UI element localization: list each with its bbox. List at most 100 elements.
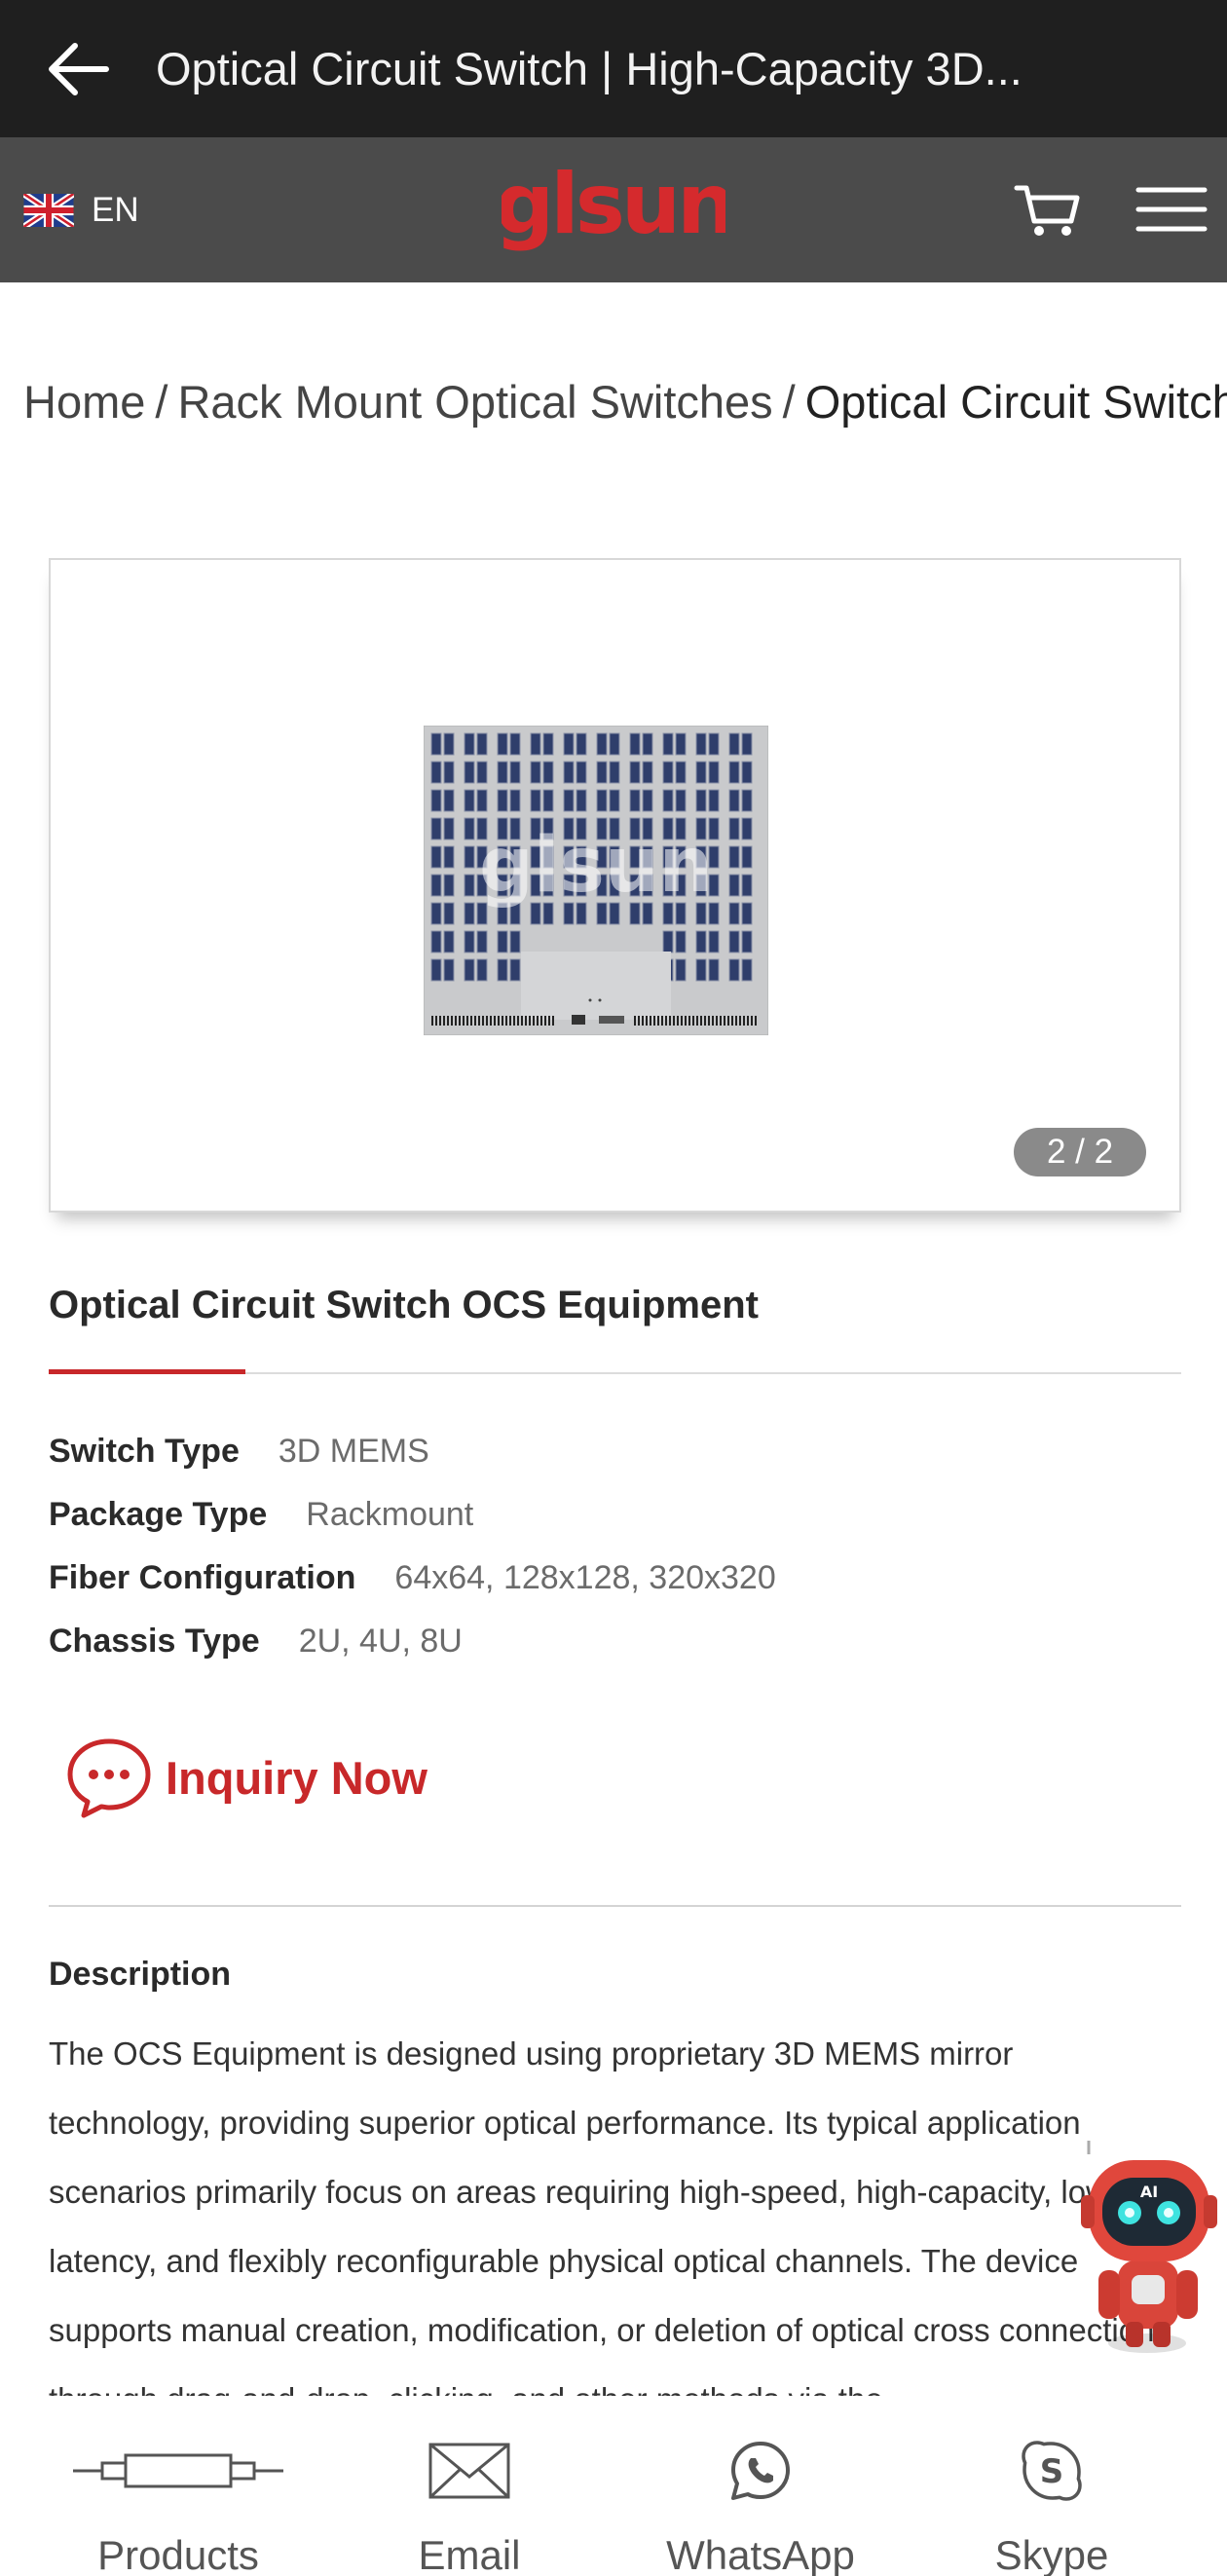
fiber-port — [629, 732, 641, 756]
breadcrumb-category-link[interactable]: Rack Mount Optical Switches — [177, 376, 772, 428]
fiber-port — [430, 930, 442, 953]
fiber-port — [443, 817, 455, 840]
connector-pin — [646, 1016, 648, 1026]
fiber-port — [509, 732, 521, 756]
fiber-port — [695, 930, 707, 953]
glsun-logo[interactable]: glsun — [502, 165, 725, 262]
connector-pin — [712, 1016, 714, 1026]
fiber-port — [464, 761, 475, 784]
connector-pin — [474, 1016, 476, 1026]
connector-pin — [463, 1016, 465, 1026]
connector-pin — [665, 1016, 667, 1026]
fiber-port — [563, 789, 575, 812]
chat-bubble-icon — [67, 1738, 151, 1818]
ai-assistant-robot[interactable]: AI — [1069, 2139, 1227, 2363]
inquiry-label: Inquiry Now — [166, 1751, 428, 1804]
fiber-port — [609, 789, 620, 812]
product-image-gallery[interactable]: glsun 2 / 2 — [49, 558, 1181, 1213]
connector-pin — [502, 1016, 503, 1026]
connector-pin — [490, 1016, 492, 1026]
fiber-port — [741, 817, 753, 840]
fiber-port — [728, 930, 740, 953]
svg-text:S: S — [1040, 2452, 1064, 2491]
whatsapp-icon — [731, 2442, 790, 2500]
back-button[interactable] — [0, 0, 156, 137]
fiber-port — [443, 845, 455, 869]
fiber-port — [728, 958, 740, 982]
nav-whatsapp[interactable]: WhatsApp — [614, 2396, 907, 2576]
nav-email[interactable]: Email — [323, 2396, 615, 2576]
connector-pin — [544, 1016, 546, 1026]
product-title: Optical Circuit Switch OCS Equipment — [49, 1284, 759, 1326]
description-text: The OCS Equipment is designed using prop… — [49, 2035, 1171, 2399]
fiber-port — [741, 874, 753, 897]
fiber-port — [695, 761, 707, 784]
connector-pin — [435, 1016, 437, 1026]
fiber-port — [430, 874, 442, 897]
fiber-port — [443, 902, 455, 925]
fiber-port — [430, 789, 442, 812]
connector-pin — [517, 1016, 519, 1026]
fiber-port — [728, 761, 740, 784]
nav-skype[interactable]: S Skype — [906, 2396, 1198, 2576]
ai-badge: AI — [1140, 2183, 1158, 2201]
fiber-port — [695, 958, 707, 982]
nav-products[interactable]: Products — [32, 2396, 324, 2576]
fiber-port — [476, 930, 488, 953]
connector-pin — [692, 1016, 694, 1026]
fiber-port — [497, 958, 508, 982]
fiber-port — [741, 930, 753, 953]
connector-pin — [653, 1016, 655, 1026]
connector-pin — [650, 1016, 651, 1026]
language-selector[interactable]: EN — [23, 137, 139, 282]
connector-pin — [731, 1016, 733, 1026]
fiber-connector-icon — [73, 2453, 283, 2488]
serial-port — [599, 1016, 624, 1024]
connector-pin — [681, 1016, 683, 1026]
connector-pin — [727, 1016, 729, 1026]
page-title: Optical Circuit Switch | High-Capacity 3… — [156, 43, 1022, 94]
connector-pin — [455, 1016, 457, 1026]
inquiry-now-button[interactable]: Inquiry Now — [64, 1736, 428, 1819]
cart-icon[interactable] — [1013, 174, 1083, 244]
fiber-port — [675, 930, 687, 953]
skype-icon: S — [1022, 2441, 1082, 2501]
fiber-port — [443, 958, 455, 982]
section-divider — [49, 1905, 1181, 1907]
fiber-port — [443, 874, 455, 897]
fiber-port — [609, 732, 620, 756]
fiber-port — [430, 902, 442, 925]
fiber-port — [596, 761, 608, 784]
fiber-port — [464, 874, 475, 897]
connector-pin — [673, 1016, 675, 1026]
connector-pin — [459, 1016, 461, 1026]
fiber-port — [728, 789, 740, 812]
fiber-port — [596, 789, 608, 812]
spec-row-chassis-type: Chassis Type 2U, 4U, 8U — [49, 1610, 1181, 1673]
nav-email-label: Email — [418, 2532, 521, 2576]
svg-text:glsun: glsun — [502, 165, 725, 253]
fiber-port — [464, 958, 475, 982]
fiber-port — [675, 789, 687, 812]
connector-pin — [509, 1016, 511, 1026]
connector-pin — [704, 1016, 706, 1026]
connector-pin — [638, 1016, 640, 1026]
nav-skype-label: Skype — [994, 2532, 1109, 2576]
fiber-port — [563, 761, 575, 784]
fiber-port — [741, 845, 753, 869]
hamburger-menu-icon[interactable] — [1134, 174, 1208, 244]
connector-pin — [486, 1016, 488, 1026]
fiber-port — [443, 732, 455, 756]
connector-pin — [537, 1016, 539, 1026]
watermark-logo: glsun — [479, 822, 713, 910]
fiber-port — [464, 845, 475, 869]
fiber-port — [576, 761, 587, 784]
connector-pin — [696, 1016, 698, 1026]
fiber-port — [464, 930, 475, 953]
fiber-port — [596, 732, 608, 756]
fiber-port — [629, 789, 641, 812]
connector-pin — [724, 1016, 725, 1026]
breadcrumb-home-link[interactable]: Home — [23, 376, 145, 428]
fiber-port — [530, 732, 541, 756]
fiber-port — [464, 902, 475, 925]
